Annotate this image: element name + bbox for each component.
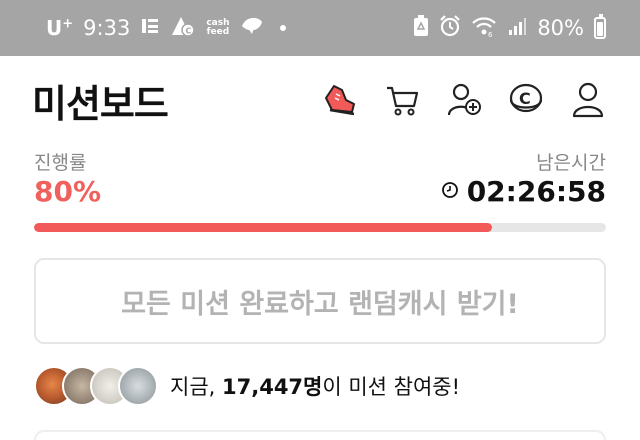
progress-value: 80% (34, 175, 102, 208)
carrier-label: U+ (46, 16, 74, 40)
remaining-time-value: 02:26:58 (466, 175, 606, 208)
remaining-time: 02:26:58 (441, 175, 606, 208)
notes-icon (140, 16, 160, 41)
status-bar: U+ 9:33 C cash feed 6 80% (0, 0, 640, 56)
header-icons: C (320, 80, 608, 120)
remaining-time-label: 남은시간 (536, 152, 606, 174)
signal-icon (507, 16, 527, 41)
app-header: 미션보드 C (0, 56, 640, 144)
shoe-icon[interactable] (320, 80, 360, 120)
battery-icon (594, 14, 606, 39)
svg-text:6: 6 (488, 31, 493, 37)
alarm-icon (439, 14, 461, 42)
cashfeed-icon: cash feed (206, 18, 230, 37)
status-bar-right: 6 80% (413, 14, 606, 42)
avatar (118, 366, 158, 406)
svg-text:C: C (186, 26, 192, 35)
clock: 9:33 (83, 16, 131, 40)
add-friend-icon[interactable] (444, 80, 484, 120)
participants-text: 지금, 17,447명이 미션 참여중! (170, 375, 461, 399)
svg-text:C: C (519, 89, 531, 108)
participants-row: 지금, 17,447명이 미션 참여중! (34, 366, 460, 406)
progress-bar-fill (34, 223, 492, 232)
cart-icon[interactable] (382, 80, 422, 120)
cash-app-icon: C (170, 15, 196, 42)
page-title: 미션보드 (32, 81, 169, 126)
recycle-battery-icon (413, 14, 429, 42)
notification-dot (279, 25, 286, 31)
status-bar-left: U+ 9:33 C cash feed (46, 15, 286, 42)
avatar-stack (34, 366, 158, 406)
mission-card (34, 430, 606, 440)
random-cash-button[interactable]: 모든 미션 완료하고 랜덤캐시 받기! (34, 258, 606, 344)
progress-label: 진행률 (34, 152, 87, 174)
participants-count: 17,447명 (222, 375, 323, 399)
profile-icon[interactable] (568, 80, 608, 120)
leaf-app-icon (240, 16, 264, 41)
battery-percent: 80% (537, 16, 584, 40)
wifi-icon: 6 (471, 15, 497, 42)
coin-icon[interactable]: C (506, 80, 546, 120)
clock-icon (441, 181, 459, 203)
progress-bar (34, 223, 606, 232)
